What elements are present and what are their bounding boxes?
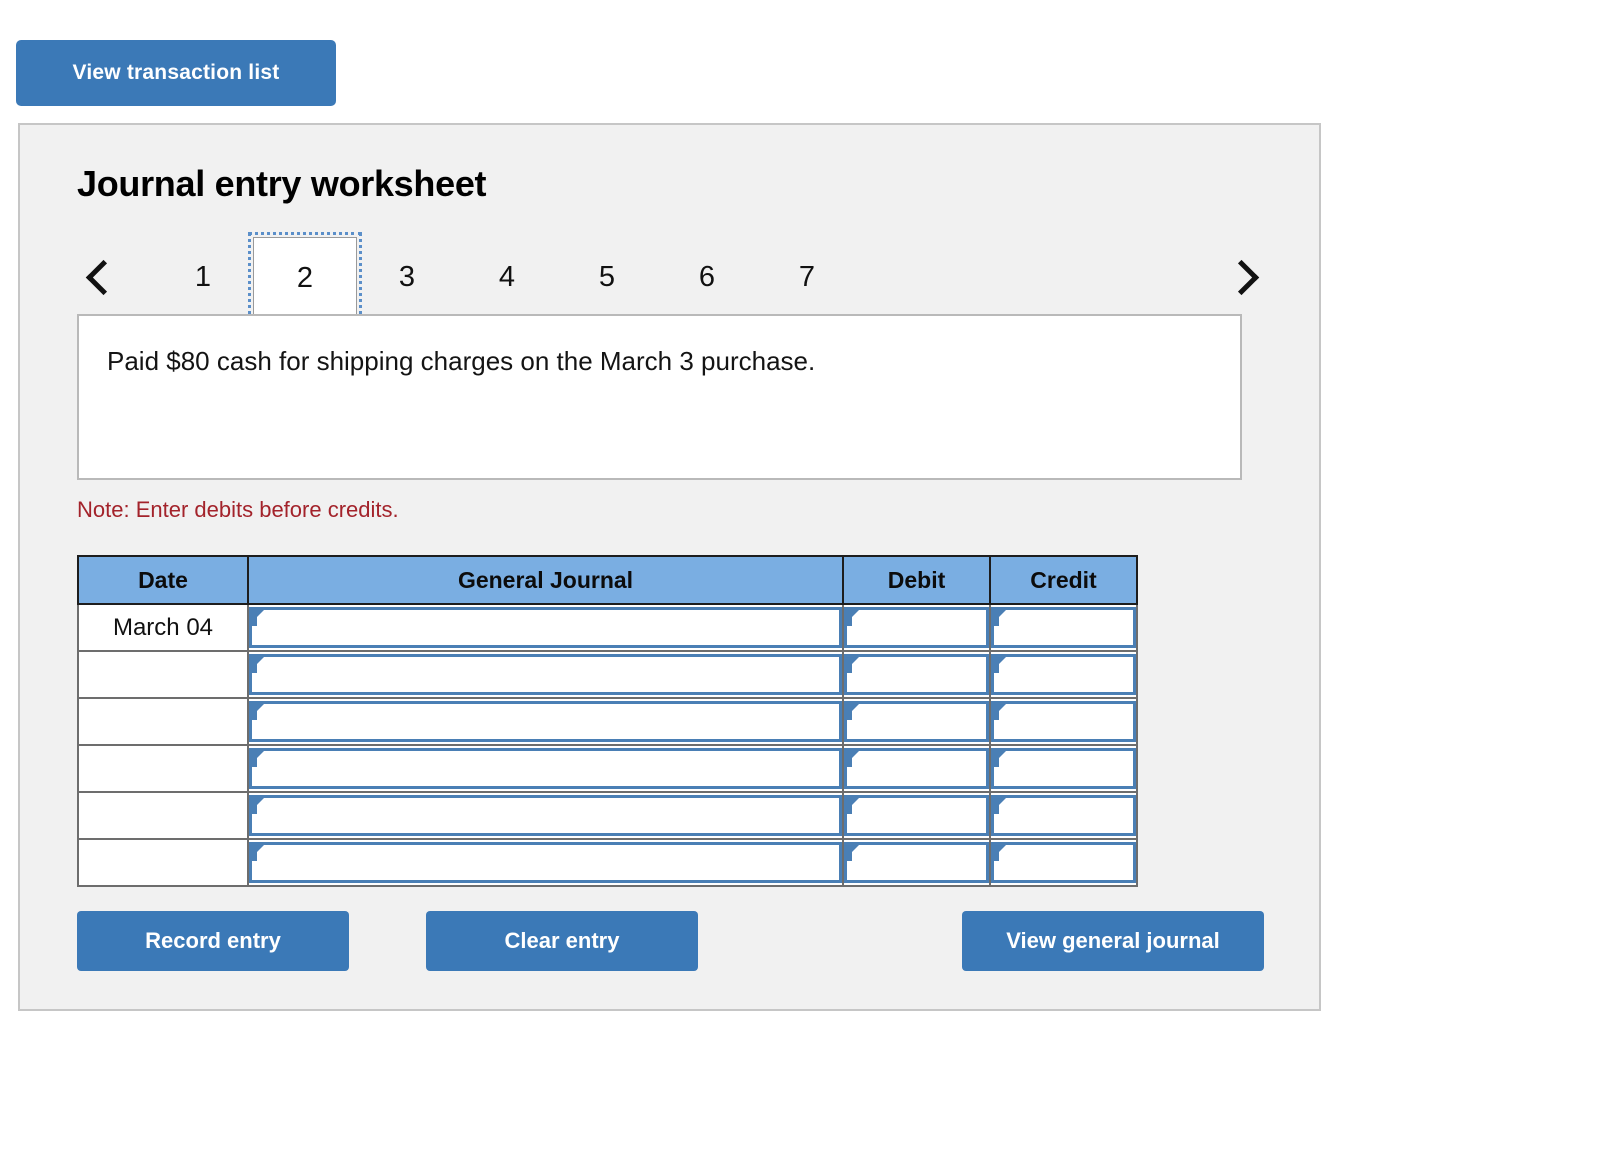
date-cell[interactable]: [77, 791, 249, 840]
journal-cell: [247, 744, 844, 793]
pager-page-2[interactable]: 2: [248, 232, 362, 322]
pager-next-button[interactable]: [1221, 237, 1267, 317]
transaction-description-text: Paid $80 cash for shipping charges on th…: [107, 346, 816, 376]
journal-cell: [247, 838, 844, 887]
credit-cell: [989, 791, 1138, 840]
debit-input-row-6[interactable]: [844, 842, 989, 883]
credit-cell: [989, 650, 1138, 699]
column-header-date: Date: [77, 555, 249, 605]
chevron-left-icon: [85, 259, 121, 295]
column-header-general-journal: General Journal: [247, 555, 844, 605]
transaction-description-box: Paid $80 cash for shipping charges on th…: [77, 314, 1242, 480]
table-row: [77, 744, 1138, 793]
debits-before-credits-note: Note: Enter debits before credits.: [77, 497, 399, 522]
account-title-input-row-6[interactable]: [249, 842, 842, 883]
table-row: [77, 791, 1138, 840]
account-title-input-row-4[interactable]: [249, 748, 842, 789]
credit-input-row-4[interactable]: [991, 748, 1136, 789]
account-title-input-row-2[interactable]: [249, 654, 842, 695]
journal-cell: [247, 697, 844, 746]
pager-page-4[interactable]: 4: [457, 237, 557, 317]
credit-cell: [989, 697, 1138, 746]
journal-cell: [247, 791, 844, 840]
column-header-debit: Debit: [842, 555, 991, 605]
pager-page-1[interactable]: 1: [153, 237, 253, 317]
credit-cell: [989, 744, 1138, 793]
credit-input-row-6[interactable]: [991, 842, 1136, 883]
date-cell[interactable]: [77, 838, 249, 887]
pager-page-5[interactable]: 5: [557, 237, 657, 317]
credit-cell: [989, 603, 1138, 652]
pager-prev-button[interactable]: [77, 237, 123, 317]
debit-cell: [842, 791, 991, 840]
date-cell[interactable]: [77, 697, 249, 746]
credit-cell: [989, 838, 1138, 887]
debit-cell: [842, 650, 991, 699]
debit-input-row-3[interactable]: [844, 701, 989, 742]
view-general-journal-button[interactable]: View general journal: [962, 911, 1264, 971]
credit-input-row-1[interactable]: [991, 607, 1136, 648]
credit-input-row-3[interactable]: [991, 701, 1136, 742]
view-transaction-list-button[interactable]: View transaction list: [16, 40, 336, 106]
journal-entry-page: View transaction list Journal entry work…: [0, 0, 1602, 1174]
debit-cell: [842, 838, 991, 887]
table-row: March 04: [77, 603, 1138, 652]
debit-input-row-2[interactable]: [844, 654, 989, 695]
worksheet-pager: 1 2 3 4 5 6 7: [77, 232, 1267, 322]
debit-input-row-5[interactable]: [844, 795, 989, 836]
pager-page-6[interactable]: 6: [657, 237, 757, 317]
clear-entry-button[interactable]: Clear entry: [426, 911, 698, 971]
record-entry-button[interactable]: Record entry: [77, 911, 349, 971]
date-cell[interactable]: [77, 744, 249, 793]
pager-page-3[interactable]: 3: [357, 237, 457, 317]
date-cell[interactable]: March 04: [77, 603, 249, 652]
table-header-row: Date General Journal Debit Credit: [77, 555, 1138, 605]
table-row: [77, 838, 1138, 887]
journal-cell: [247, 603, 844, 652]
journal-entry-table: Date General Journal Debit Credit March …: [77, 555, 1138, 887]
date-cell[interactable]: [77, 650, 249, 699]
journal-entry-worksheet-panel: Journal entry worksheet 1 2 3 4 5 6 7 Pa…: [18, 123, 1321, 1011]
account-title-input-row-3[interactable]: [249, 701, 842, 742]
table-row: [77, 650, 1138, 699]
pager-page-7[interactable]: 7: [757, 237, 857, 317]
debit-cell: [842, 603, 991, 652]
table-row: [77, 697, 1138, 746]
journal-cell: [247, 650, 844, 699]
page-title: Journal entry worksheet: [77, 163, 487, 204]
account-title-input-row-1[interactable]: [249, 607, 842, 648]
debit-input-row-1[interactable]: [844, 607, 989, 648]
debit-cell: [842, 697, 991, 746]
column-header-credit: Credit: [989, 555, 1138, 605]
credit-input-row-2[interactable]: [991, 654, 1136, 695]
account-title-input-row-5[interactable]: [249, 795, 842, 836]
debit-input-row-4[interactable]: [844, 748, 989, 789]
credit-input-row-5[interactable]: [991, 795, 1136, 836]
chevron-right-icon: [1223, 259, 1259, 295]
debit-cell: [842, 744, 991, 793]
